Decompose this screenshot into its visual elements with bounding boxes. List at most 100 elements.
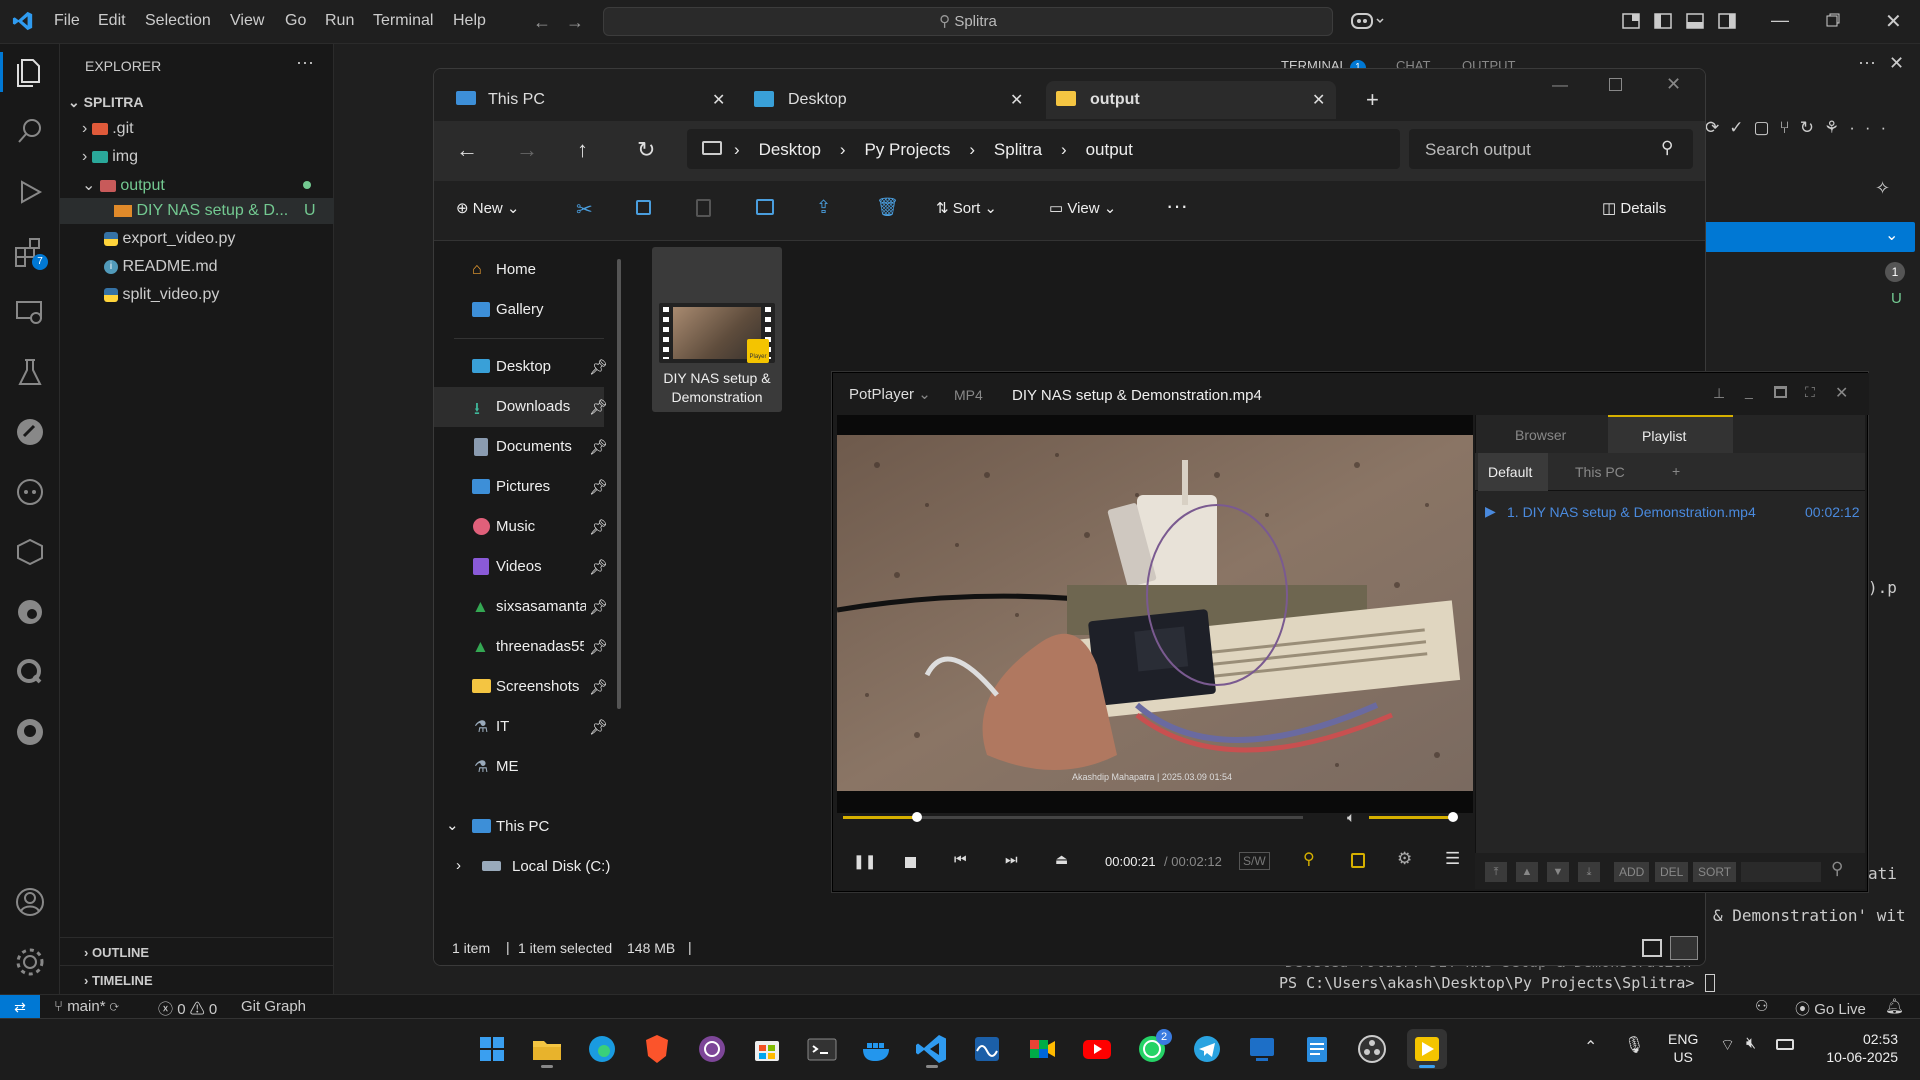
explorer-close-icon[interactable]: ✕ <box>1666 74 1681 95</box>
forward-icon[interactable]: → <box>516 137 538 163</box>
menu-edit[interactable]: Edit <box>98 12 126 30</box>
pin-icon[interactable]: 📌︎ <box>589 438 608 456</box>
remote-indicator[interactable]: ⇄ <box>0 995 40 1019</box>
tab-output[interactable]: output ✕ <box>1046 81 1336 119</box>
pin-icon[interactable]: 📌︎ <box>589 478 608 496</box>
playlist-menu-icon[interactable]: ☰ <box>1445 849 1460 869</box>
search-box[interactable]: Search output ⚲ <box>1409 129 1693 169</box>
refresh-icon[interactable]: ↻ <box>637 137 655 163</box>
up-icon[interactable]: ↑ <box>577 137 588 163</box>
close-tab-icon[interactable]: ✕ <box>712 90 725 110</box>
panel-more-icon[interactable]: ··· <box>1858 52 1876 73</box>
commit-button[interactable] <box>1705 222 1915 252</box>
del-button[interactable]: DEL <box>1655 862 1689 882</box>
show-hidden-icons[interactable]: ⌃ <box>1584 1037 1597 1057</box>
nav-home[interactable]: ⌂ Home <box>434 250 604 290</box>
live-share-icon[interactable] <box>12 654 48 690</box>
pin-icon[interactable]: 📌︎ <box>589 358 608 376</box>
new-button[interactable]: ⊕ New ⌄ <box>456 199 520 217</box>
pin-icon[interactable]: 📌︎ <box>589 598 608 616</box>
terminal-icon[interactable] <box>802 1029 842 1069</box>
tab-desktop[interactable]: Desktop ✕ <box>744 81 1034 119</box>
wifi-icon[interactable]: ⌔ <box>1720 1035 1735 1055</box>
youtube-icon[interactable] <box>1077 1029 1117 1069</box>
explorer-maximize-icon[interactable] <box>1609 78 1622 91</box>
playlist-search-input[interactable] <box>1741 862 1821 882</box>
tree-item-img[interactable]: › img <box>82 148 138 166</box>
nav-downloads[interactable]: ⭳ Downloads 📌︎ <box>434 387 608 427</box>
brave-icon[interactable] <box>637 1029 677 1069</box>
close-tab-icon[interactable]: ✕ <box>1312 90 1325 110</box>
commit-dropdown-icon[interactable]: ⌄ <box>1885 225 1898 245</box>
sparkle-icon[interactable]: ✧ <box>1875 178 1890 199</box>
close-tab-icon[interactable]: ✕ <box>1010 90 1023 110</box>
nav-this-pc[interactable]: ⌄ This PC <box>434 807 604 847</box>
timeline-section[interactable]: › TIMELINE <box>60 965 334 991</box>
nav-screenshots[interactable]: Screenshots 📌︎ <box>434 667 608 707</box>
git-graph-status[interactable]: Git Graph <box>241 998 306 1015</box>
menu-run[interactable]: Run <box>325 12 354 30</box>
toggle-panel-icon[interactable] <box>1686 12 1704 30</box>
pause-icon[interactable]: ❚❚ <box>853 853 876 870</box>
search-subtitle-icon[interactable]: ⚲ <box>1303 849 1315 869</box>
menu-selection[interactable]: Selection <box>145 12 211 30</box>
toggle-secondary-sidebar-icon[interactable] <box>1718 12 1736 30</box>
copilot-status-icon[interactable]: ⚇ <box>1755 997 1768 1015</box>
add-subtab-icon[interactable]: + <box>1672 463 1680 479</box>
menu-view[interactable]: View <box>230 12 264 30</box>
next-icon[interactable]: ⏭ <box>1005 851 1018 868</box>
store-icon[interactable] <box>747 1029 787 1069</box>
telegram-icon[interactable] <box>1187 1029 1227 1069</box>
tree-item-output[interactable]: ⌄ output <box>82 175 165 195</box>
run-debug-icon[interactable] <box>12 174 48 210</box>
terminal-prompt[interactable]: PS C:\Users\akash\Desktop\Py Projects\Sp… <box>1279 974 1694 992</box>
pot-close-icon[interactable]: ✕ <box>1835 383 1848 403</box>
toggle-sidebar-icon[interactable] <box>1654 12 1672 30</box>
tab-this-pc[interactable]: This PC ✕ <box>444 81 734 119</box>
branch-indicator[interactable]: ⑂ main* ⟳ <box>54 998 119 1015</box>
sort-button[interactable]: SORT <box>1693 862 1737 882</box>
sw-decoder-badge[interactable]: S/W <box>1239 852 1270 870</box>
potplayer-taskbar-icon[interactable] <box>1407 1029 1447 1069</box>
menu-go[interactable]: Go <box>285 12 306 30</box>
tor-icon[interactable] <box>692 1029 732 1069</box>
vscode-taskbar-icon[interactable] <box>912 1029 952 1069</box>
nav-videos[interactable]: Videos 📌︎ <box>434 547 608 587</box>
whatsapp-icon[interactable]: 2 <box>1132 1029 1172 1069</box>
search-sidebar-icon[interactable] <box>12 114 48 150</box>
pin-icon[interactable]: 📌︎ <box>589 398 608 416</box>
volume-handle[interactable] <box>1448 812 1458 822</box>
eject-icon[interactable]: ⏏ <box>1055 851 1068 868</box>
go-live-button[interactable]: ⦿ Go Live <box>1795 998 1866 1019</box>
pin-icon[interactable]: 📌︎ <box>589 678 608 696</box>
share-icon[interactable]: ⇪ <box>816 197 831 218</box>
tree-item-video[interactable]: DIY NAS setup & D... <box>114 202 288 220</box>
nav-pictures[interactable]: Pictures 📌︎ <box>434 467 608 507</box>
file-item[interactable]: Player DIY NAS setup & Demonstration <box>652 247 782 412</box>
meet-icon[interactable] <box>1022 1029 1062 1069</box>
paste-icon[interactable] <box>696 199 711 217</box>
containers-icon[interactable] <box>12 534 48 570</box>
nav-documents[interactable]: Documents 📌︎ <box>434 427 608 467</box>
details-button[interactable]: ◫ Details <box>1602 199 1666 217</box>
tab-playlist[interactable]: Playlist <box>1608 415 1733 453</box>
pot-minimize-icon[interactable]: _ <box>1745 383 1753 399</box>
restore-icon[interactable] <box>1826 13 1840 27</box>
wireshark-icon[interactable] <box>967 1029 1007 1069</box>
project-header[interactable]: ⌄ SPLITRA <box>68 94 144 111</box>
start-windows-icon[interactable] <box>472 1029 512 1069</box>
obs-icon[interactable] <box>1352 1029 1392 1069</box>
copy-icon[interactable] <box>636 200 651 215</box>
video-area[interactable]: Akashdip Mahapatra | 2025.03.09 01:54 <box>837 415 1473 813</box>
pot-menu-button[interactable]: PotPlayer ⌄ <box>849 385 931 403</box>
nav-local-disk[interactable]: › Local Disk (C:) <box>434 847 634 887</box>
playlist-item[interactable]: 1. DIY NAS setup & Demonstration.mp4 <box>1507 504 1756 520</box>
close-window-icon[interactable]: ✕ <box>1885 9 1902 34</box>
delete-icon[interactable]: 🗑︎ <box>876 197 899 218</box>
clock[interactable]: 02:53 10-06-2025 <box>1818 1030 1898 1066</box>
stop-icon[interactable] <box>905 857 916 868</box>
new-tab-icon[interactable]: + <box>1366 87 1379 113</box>
problems-indicator[interactable]: ⓧ 0 ⚠ 0 <box>158 998 217 1019</box>
pin-icon[interactable]: 📌︎ <box>589 638 608 656</box>
pin-icon[interactable]: 📌︎ <box>589 518 608 536</box>
